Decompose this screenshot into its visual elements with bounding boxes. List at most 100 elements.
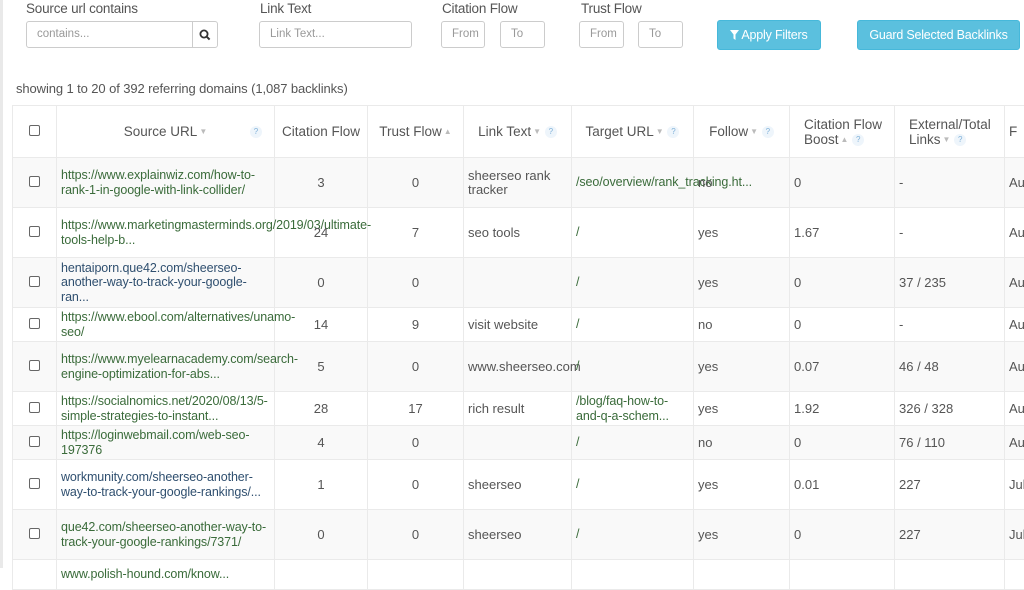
external-total-links-value: 46 / 48 <box>895 342 1005 392</box>
row-checkbox[interactable] <box>29 528 40 539</box>
source-url-link[interactable]: que42.com/sheerseo-another-way-to-track-… <box>61 520 266 549</box>
source-url-cell: https://www.explainwiz.com/how-to-rank-1… <box>57 158 275 208</box>
help-icon[interactable]: ? <box>852 134 864 146</box>
column-header-follow[interactable]: Follow▼ ? <box>694 106 790 158</box>
source-url-input[interactable]: contains... <box>26 21 193 48</box>
source-url-link[interactable]: www.polish-hound.com/know... <box>61 567 229 581</box>
column-header-first-seen[interactable]: F <box>1005 106 1024 158</box>
target-url-link[interactable]: / <box>576 527 579 541</box>
target-url-cell: /blog/faq-how-to-and-q-a-schem... <box>572 392 694 426</box>
citation-flow-to-input[interactable]: To <box>500 21 545 48</box>
target-url-cell: / <box>572 426 694 460</box>
target-url-link[interactable]: / <box>576 435 579 449</box>
column-label: Source URL <box>124 124 198 139</box>
column-header-citation-flow-boost[interactable]: Citation Flow Boost▲ ? <box>790 106 895 158</box>
help-icon[interactable]: ? <box>762 126 774 138</box>
row-select-cell <box>13 510 57 560</box>
row-checkbox[interactable] <box>29 176 40 187</box>
link-text-label: Link Text <box>260 1 311 16</box>
column-header-link-text[interactable]: Link Text▼ ? <box>464 106 572 158</box>
external-total-links-value: 76 / 110 <box>895 426 1005 460</box>
follow-value <box>694 560 790 590</box>
column-header-citation-flow[interactable]: Citation Flow <box>275 106 368 158</box>
source-url-link[interactable]: https://www.ebool.com/alternatives/unamo… <box>61 310 295 339</box>
target-url-link[interactable]: / <box>576 317 579 331</box>
row-select-cell <box>13 342 57 392</box>
trust-flow-value: 0 <box>368 342 464 392</box>
citation-flow-value: 28 <box>275 392 368 426</box>
source-url-link[interactable]: workmunity.com/sheerseo-another-way-to-t… <box>61 470 261 499</box>
column-header-source-url[interactable]: Source URL▼ ? <box>57 106 275 158</box>
target-url-cell: / <box>572 258 694 308</box>
row-checkbox[interactable] <box>29 478 40 489</box>
source-url-link[interactable]: https://loginwebmail.com/web-seo-197376 <box>61 428 249 457</box>
sort-icon[interactable]: ▼ <box>943 135 951 144</box>
citation-flow-from-input[interactable]: From <box>441 21 485 48</box>
trust-flow-label: Trust Flow <box>581 1 642 16</box>
sort-icon[interactable]: ▼ <box>750 127 758 136</box>
trust-flow-value: 0 <box>368 426 464 460</box>
row-checkbox[interactable] <box>29 436 40 447</box>
column-header-trust-flow[interactable]: Trust Flow▲ <box>368 106 464 158</box>
external-total-links-value: - <box>895 158 1005 208</box>
apply-filters-label: Apply Filters <box>741 28 807 42</box>
select-all-checkbox[interactable] <box>29 125 40 136</box>
row-checkbox[interactable] <box>29 226 40 237</box>
target-url-cell: / <box>572 342 694 392</box>
citation-flow-boost-value: 0 <box>790 258 895 308</box>
citation-flow-boost-value: 0.01 <box>790 460 895 510</box>
sort-icon[interactable]: ▼ <box>199 127 207 136</box>
guard-selected-backlinks-button[interactable]: Guard Selected Backlinks <box>857 20 1020 50</box>
sort-icon[interactable]: ▲ <box>444 127 452 136</box>
search-button[interactable] <box>192 21 218 48</box>
help-icon[interactable]: ? <box>250 126 262 138</box>
trust-flow-to-input[interactable]: To <box>638 21 683 48</box>
row-select-cell <box>13 308 57 342</box>
link-text-value: rich result <box>464 392 572 426</box>
column-header-target-url[interactable]: Target URL▼ ? <box>572 106 694 158</box>
help-icon[interactable]: ? <box>954 134 966 146</box>
target-url-link[interactable]: / <box>576 359 579 373</box>
help-icon[interactable]: ? <box>545 126 557 138</box>
follow-value: yes <box>694 460 790 510</box>
link-text-input[interactable]: Link Text... <box>259 21 412 48</box>
source-url-link[interactable]: https://www.explainwiz.com/how-to-rank-1… <box>61 168 255 197</box>
row-checkbox[interactable] <box>29 360 40 371</box>
table-row: https://www.ebool.com/alternatives/unamo… <box>13 308 1024 342</box>
source-url-cell: https://loginwebmail.com/web-seo-197376 <box>57 426 275 460</box>
link-text-value: sheerseo rank tracker <box>464 158 572 208</box>
first-seen-value: Au <box>1005 158 1024 208</box>
sort-icon[interactable]: ▼ <box>656 127 664 136</box>
help-icon[interactable]: ? <box>667 126 679 138</box>
search-icon <box>199 29 211 41</box>
column-label: Citation Flow <box>282 124 360 139</box>
citation-flow-value: 0 <box>275 258 368 308</box>
target-url-link[interactable]: /seo/overview/rank_tracking.ht... <box>576 175 752 189</box>
follow-value: yes <box>694 510 790 560</box>
citation-flow-label: Citation Flow <box>442 1 517 16</box>
target-url-link[interactable]: / <box>576 225 579 239</box>
apply-filters-button[interactable]: Apply Filters <box>717 20 821 50</box>
first-seen-value: Au <box>1005 392 1024 426</box>
target-url-link[interactable]: / <box>576 275 579 289</box>
link-text-value <box>464 258 572 308</box>
table-row: https://www.myelearnacademy.com/search-e… <box>13 342 1024 392</box>
source-url-link[interactable]: https://www.myelearnacademy.com/search-e… <box>61 352 298 381</box>
column-header-external-total-links[interactable]: External/Total Links▼ ? <box>895 106 1005 158</box>
trust-flow-from-input[interactable]: From <box>579 21 624 48</box>
follow-value: yes <box>694 208 790 258</box>
row-checkbox[interactable] <box>29 318 40 329</box>
row-checkbox[interactable] <box>29 402 40 413</box>
source-url-link[interactable]: hentaiporn.que42.com/sheerseo-another-wa… <box>61 261 247 304</box>
target-url-cell <box>572 560 694 590</box>
target-url-cell: / <box>572 308 694 342</box>
sort-icon[interactable]: ▼ <box>533 127 541 136</box>
row-select-cell <box>13 392 57 426</box>
source-url-link[interactable]: https://socialnomics.net/2020/08/13/5-si… <box>61 394 268 423</box>
sort-icon[interactable]: ▲ <box>841 135 849 144</box>
target-url-link[interactable]: / <box>576 477 579 491</box>
source-url-cell: https://www.myelearnacademy.com/search-e… <box>57 342 275 392</box>
target-url-link[interactable]: /blog/faq-how-to-and-q-a-schem... <box>576 394 669 423</box>
row-checkbox[interactable] <box>29 276 40 287</box>
citation-flow-boost-value: 0 <box>790 158 895 208</box>
